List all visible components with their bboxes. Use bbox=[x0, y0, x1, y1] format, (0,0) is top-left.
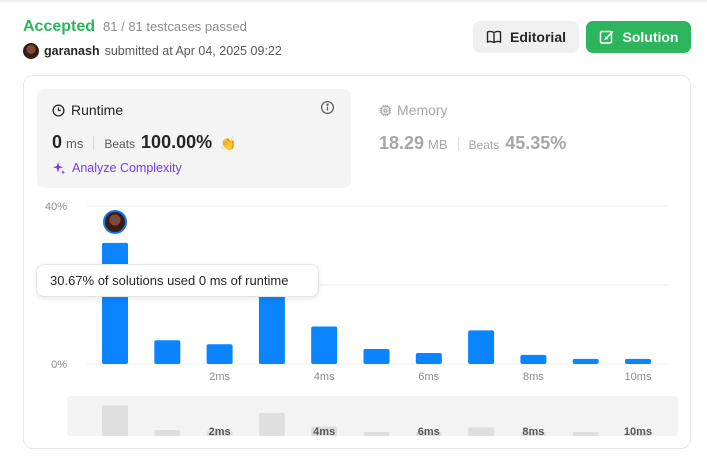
book-icon bbox=[486, 30, 502, 44]
username-link[interactable]: garanash bbox=[44, 44, 100, 58]
submission-status: Accepted 81 / 81 testcases passed bbox=[23, 18, 247, 36]
analyze-complexity-link[interactable]: Analyze Complexity bbox=[52, 161, 182, 175]
runtime-panel[interactable]: Runtime 0 ms Beats 100.00% 👏 Analyze Com… bbox=[37, 89, 351, 188]
solution-label: Solution bbox=[622, 29, 679, 45]
submission-info: garanash submitted at Apr 04, 2025 09:22 bbox=[23, 43, 282, 59]
memory-value: 18.29 bbox=[379, 133, 425, 153]
testcases-passed: 81 / 81 testcases passed bbox=[103, 19, 247, 34]
runtime-values: 0 ms Beats 100.00% 👏 bbox=[52, 132, 236, 153]
status-label: Accepted bbox=[23, 18, 96, 35]
chip-icon bbox=[379, 104, 392, 116]
sparkle-icon bbox=[53, 162, 65, 175]
clap-icon: 👏 bbox=[220, 136, 237, 151]
memory-beats-label: Beats bbox=[468, 138, 500, 152]
memory-tab[interactable]: Memory bbox=[379, 102, 448, 118]
runtime-unit: ms bbox=[66, 136, 84, 151]
chart-tooltip: 30.67% of solutions used 0 ms of runtime bbox=[36, 264, 319, 297]
overview-bar bbox=[102, 405, 128, 436]
clock-icon bbox=[52, 103, 65, 117]
overview-bar bbox=[468, 427, 495, 436]
runtime-title-label: Runtime bbox=[71, 102, 124, 118]
divider bbox=[457, 136, 459, 151]
runtime-title: Runtime bbox=[52, 102, 123, 118]
memory-title-label: Memory bbox=[397, 102, 448, 118]
runtime-beats-value: 100.00% bbox=[141, 132, 213, 152]
user-avatar[interactable] bbox=[23, 43, 39, 59]
solution-button[interactable]: Solution bbox=[586, 21, 691, 53]
memory-unit: MB bbox=[428, 137, 448, 152]
chart-overview-brush[interactable]: 2ms 4ms 6ms 8ms 10ms bbox=[67, 396, 678, 436]
overview-bar bbox=[572, 432, 599, 436]
submitted-time: submitted at Apr 04, 2025 09:22 bbox=[104, 44, 282, 58]
overview-bar bbox=[363, 432, 390, 436]
editorial-button[interactable]: Editorial bbox=[473, 21, 579, 53]
top-divider bbox=[0, 0, 707, 2]
edit-icon bbox=[599, 30, 614, 44]
overview-chart: 2ms 4ms 6ms 8ms 10ms bbox=[102, 405, 652, 436]
overview-x-label: 6ms bbox=[418, 426, 440, 436]
my-submission-marker[interactable] bbox=[103, 210, 127, 234]
runtime-beats-label: Beats bbox=[104, 137, 136, 151]
info-icon[interactable] bbox=[320, 100, 335, 115]
divider bbox=[93, 135, 95, 150]
memory-beats-value: 45.35% bbox=[505, 133, 567, 153]
overview-x-label: 2ms bbox=[209, 426, 231, 436]
overview-bar bbox=[258, 413, 285, 436]
overview-bar bbox=[154, 430, 181, 436]
analyze-label: Analyze Complexity bbox=[72, 161, 182, 175]
runtime-value: 0 bbox=[52, 132, 63, 152]
overview-x-label: 4ms bbox=[313, 426, 335, 436]
memory-values: 18.29 MB Beats 45.35% bbox=[379, 133, 566, 154]
overview-x-label: 10ms bbox=[624, 426, 652, 436]
editorial-label: Editorial bbox=[509, 29, 566, 45]
overview-x-label: 8ms bbox=[522, 426, 544, 436]
